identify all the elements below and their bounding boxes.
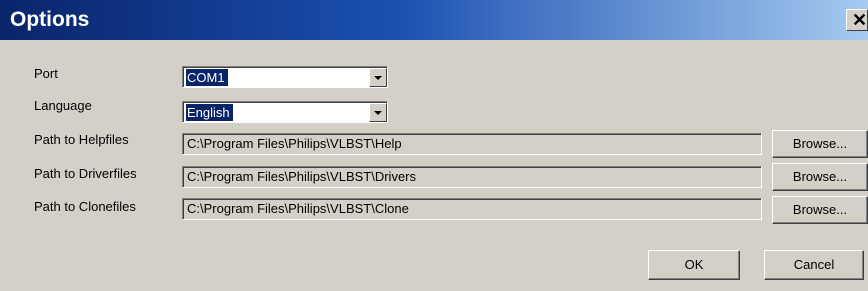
helpfiles-path-value: C:\Program Files\Philips\VLBST\Help [183, 134, 761, 154]
title-bar: Options ✕ [0, 0, 868, 40]
dialog-title: Options [10, 8, 90, 31]
port-select[interactable]: COM1 [182, 66, 388, 88]
language-selected-value: English [186, 104, 233, 121]
helpfiles-browse-button[interactable]: Browse... [772, 130, 868, 158]
ok-button[interactable]: OK [648, 250, 740, 280]
port-dropdown-arrow-icon[interactable] [369, 68, 387, 87]
clonefiles-path-field: C:\Program Files\Philips\VLBST\Clone [182, 198, 762, 220]
helpfiles-label: Path to Helpfiles [34, 132, 129, 147]
helpfiles-path-field: C:\Program Files\Philips\VLBST\Help [182, 133, 762, 155]
cancel-button[interactable]: Cancel [764, 250, 864, 280]
close-icon: ✕ [852, 10, 868, 30]
language-select[interactable]: English [182, 101, 388, 123]
port-label: Port [34, 66, 58, 81]
clonefiles-browse-button[interactable]: Browse... [772, 196, 868, 224]
close-button[interactable]: ✕ [846, 9, 868, 31]
clonefiles-label: Path to Clonefiles [34, 199, 136, 214]
driverfiles-browse-button[interactable]: Browse... [772, 163, 868, 191]
port-selected-value: COM1 [186, 69, 228, 86]
language-label: Language [34, 98, 92, 113]
driverfiles-path-value: C:\Program Files\Philips\VLBST\Drivers [183, 167, 761, 187]
driverfiles-path-field: C:\Program Files\Philips\VLBST\Drivers [182, 166, 762, 188]
language-dropdown-arrow-icon[interactable] [369, 103, 387, 122]
clonefiles-path-value: C:\Program Files\Philips\VLBST\Clone [183, 199, 761, 219]
driverfiles-label: Path to Driverfiles [34, 166, 137, 181]
